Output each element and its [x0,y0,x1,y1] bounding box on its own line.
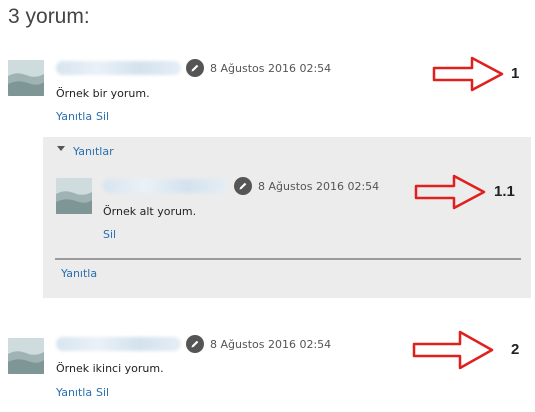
delete-link[interactable]: Sil [103,228,116,241]
comment-text: Örnek bir yorum. [56,87,150,100]
reply-link[interactable]: Yanıtla [56,110,92,123]
annotation-number: 1.1 [494,183,515,200]
reply-date: 8 Ağustos 2016 02:54 [258,180,380,193]
triangle-down-icon[interactable] [57,146,65,151]
delete-link[interactable]: Sil [96,386,109,399]
pencil-icon[interactable] [186,335,204,353]
annotation-number: 1 [511,65,520,82]
comments-heading: 3 yorum: [8,5,90,28]
author-name[interactable] [56,337,181,351]
reply-text: Örnek alt yorum. [103,205,197,218]
pencil-icon[interactable] [234,177,252,195]
author-name[interactable] [103,179,229,193]
avatar[interactable] [8,338,44,374]
avatar[interactable] [8,60,44,96]
reply-link[interactable]: Yanıtla [61,267,97,280]
arrow-icon [432,56,504,92]
author-name[interactable] [56,61,181,75]
comment-date: 8 Ağustos 2016 02:54 [210,62,332,75]
delete-link[interactable]: Sil [96,110,109,123]
divider [55,258,521,260]
avatar[interactable] [56,178,92,214]
comment-text: Örnek ikinci yorum. [56,362,164,375]
annotation-number: 2 [511,341,520,358]
arrow-icon [414,174,486,210]
pencil-icon[interactable] [186,59,204,77]
arrow-icon [412,330,494,370]
reply-link[interactable]: Yanıtla [56,386,92,399]
comment-date: 8 Ağustos 2016 02:54 [210,338,332,351]
replies-toggle[interactable]: Yanıtlar [73,145,114,158]
